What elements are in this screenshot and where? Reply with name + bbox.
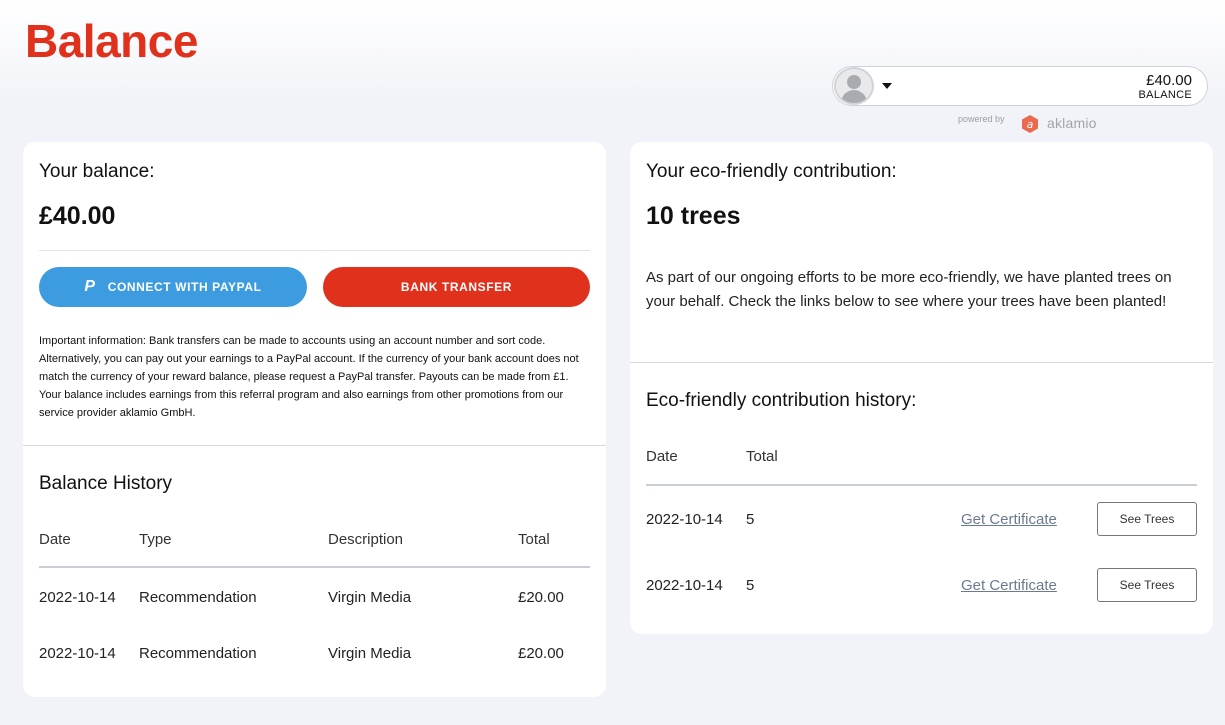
balance-heading: Your balance:	[39, 161, 155, 182]
aklamio-logo-icon: a	[1022, 115, 1038, 133]
column-header-type: Type	[139, 531, 172, 548]
eco-trees-amount: 10 trees	[646, 202, 741, 230]
row-total: 5	[746, 511, 755, 528]
bank-transfer-button[interactable]: BANK TRANSFER	[323, 267, 590, 307]
column-header-date: Date	[646, 448, 678, 465]
balance-card: Your balance: £40.00 P CONNECT WITH PAYP…	[23, 142, 606, 697]
chevron-down-icon[interactable]	[882, 83, 892, 89]
row-description: Virgin Media	[328, 589, 412, 606]
row-total: 5	[746, 577, 755, 594]
connect-paypal-button[interactable]: P CONNECT WITH PAYPAL	[39, 267, 307, 307]
page-title: Balance	[25, 15, 198, 67]
row-type: Recommendation	[139, 589, 257, 606]
bank-transfer-label: BANK TRANSFER	[400, 280, 513, 294]
table-header-divider	[39, 566, 590, 568]
eco-description-text: As part of our ongoing efforts to be mor…	[646, 269, 1172, 310]
get-certificate-link[interactable]: Get Certificate	[961, 577, 1057, 594]
column-header-description: Description	[328, 531, 404, 548]
account-balance-dropdown[interactable]: £40.00 BALANCE	[832, 66, 1208, 106]
row-date: 2022-10-14	[39, 589, 116, 606]
svg-text:a: a	[1027, 118, 1034, 131]
divider	[39, 250, 590, 251]
section-divider	[23, 445, 606, 446]
user-avatar-icon[interactable]	[834, 67, 874, 105]
important-information-text: Important information: Bank transfers ca…	[39, 335, 579, 419]
row-total: £20.00	[518, 589, 564, 606]
section-divider	[630, 362, 1213, 363]
row-type: Recommendation	[139, 645, 257, 662]
see-trees-button[interactable]: See Trees	[1097, 568, 1197, 602]
header-balance-amount: £40.00	[1146, 72, 1192, 89]
balance-history-title: Balance History	[39, 473, 173, 494]
column-header-total: Total	[746, 448, 778, 465]
column-header-total: Total	[518, 531, 550, 548]
eco-heading: Your eco-friendly contribution:	[646, 161, 897, 182]
eco-contribution-card: Your eco-friendly contribution: 10 trees…	[630, 142, 1213, 634]
aklamio-brand-name: aklamio	[1047, 115, 1097, 131]
row-date: 2022-10-14	[646, 577, 723, 594]
row-date: 2022-10-14	[646, 511, 723, 528]
table-header-divider	[646, 484, 1197, 486]
powered-by-text: powered by	[958, 114, 1005, 124]
column-header-date: Date	[39, 531, 71, 548]
row-total: £20.00	[518, 645, 564, 662]
connect-paypal-label: CONNECT WITH PAYPAL	[107, 280, 262, 294]
row-description: Virgin Media	[328, 645, 412, 662]
paypal-icon: P	[84, 278, 96, 295]
balance-amount: £40.00	[39, 202, 116, 230]
get-certificate-link[interactable]: Get Certificate	[961, 511, 1057, 528]
see-trees-button[interactable]: See Trees	[1097, 502, 1197, 536]
eco-history-title: Eco-friendly contribution history:	[646, 390, 917, 411]
header-balance-label: BALANCE	[1138, 89, 1192, 101]
row-date: 2022-10-14	[39, 645, 116, 662]
